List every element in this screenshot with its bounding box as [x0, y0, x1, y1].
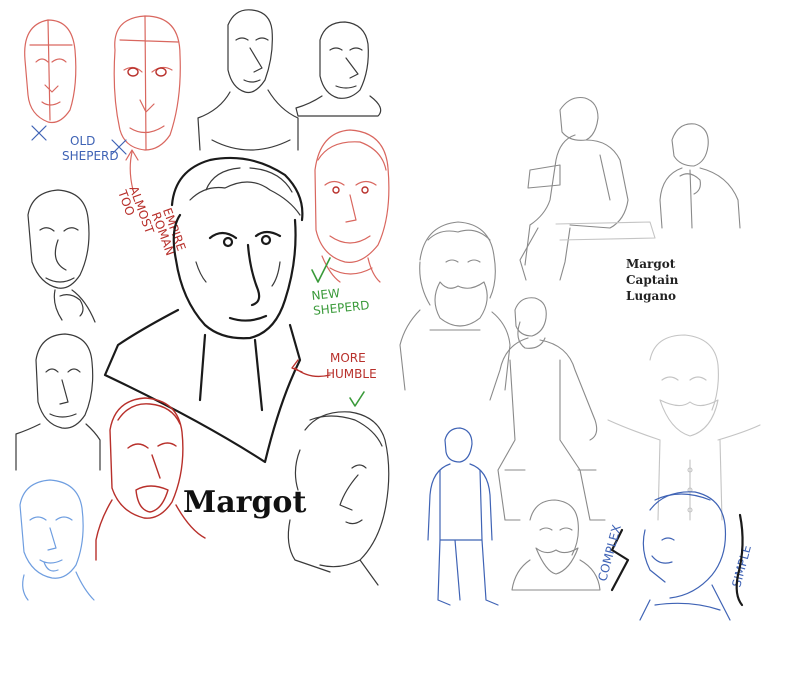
svg-text:NEW: NEW — [311, 286, 341, 303]
bearded-bust-sketch — [399, 221, 511, 391]
svg-text:HUMBLE: HUMBLE — [326, 367, 377, 381]
character-label: Margot Captain Lugano — [626, 257, 679, 303]
svg-text:Lugano: Lugano — [626, 289, 676, 303]
red-portrait-new-sheperd — [314, 129, 390, 283]
svg-text:SHEPERD: SHEPERD — [62, 149, 119, 163]
blue-profile-head — [639, 491, 731, 621]
main-title: Margot — [183, 485, 306, 520]
action-figure-sketch — [489, 297, 606, 521]
blue-standing-figure — [427, 427, 499, 606]
blue-head-sketch — [19, 479, 95, 601]
note-new-sheperd: NEW SHEPERD — [311, 286, 370, 318]
reject-mark-1 — [31, 125, 47, 141]
red-skull-sketch-1 — [24, 19, 77, 124]
approved-mark-1 — [311, 257, 331, 283]
standing-thinking-figure — [659, 123, 741, 229]
grey-head-sketch-2 — [295, 21, 382, 117]
approved-mark-2 — [349, 391, 365, 407]
svg-text:Margot: Margot — [626, 257, 676, 271]
arrow-too-roman — [125, 149, 139, 191]
svg-text:OLD: OLD — [70, 134, 95, 148]
svg-text:MORE: MORE — [330, 351, 366, 365]
grey-bearded-bust-bottom — [511, 499, 601, 591]
red-shouting-head — [95, 397, 206, 561]
grey-head-sketch-4 — [15, 333, 101, 471]
concept-sheet: OLD SHEPERD TOO ALMOST ROMAN EMPIRE NEW … — [15, 9, 761, 621]
red-skull-sketch-2 — [113, 15, 181, 151]
note-more-humble: MORE HUMBLE — [326, 351, 377, 381]
note-old-sheperd: OLD SHEPERD — [62, 134, 119, 163]
grey-head-sketch-3 — [27, 189, 96, 323]
grey-head-sketch-1 — [197, 9, 299, 151]
seated-reading-figure — [519, 96, 629, 281]
svg-text:Captain: Captain — [626, 273, 679, 287]
